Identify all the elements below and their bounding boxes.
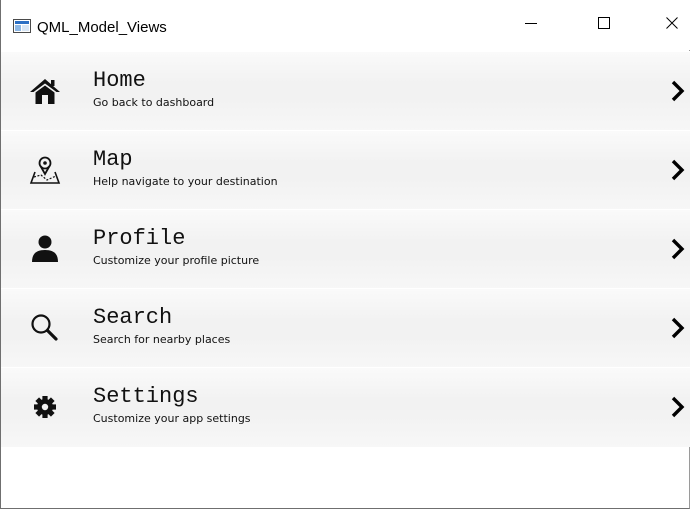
menu-item-label: Map bbox=[93, 147, 133, 172]
app-icon bbox=[13, 19, 31, 33]
menu-item-label: Settings bbox=[93, 384, 199, 409]
menu-item-map[interactable]: Map Help navigate to your destination bbox=[1, 130, 690, 210]
menu-item-profile[interactable]: Profile Customize your profile picture bbox=[1, 209, 690, 289]
search-icon bbox=[29, 312, 61, 344]
chevron-right-icon bbox=[671, 395, 685, 419]
window-title: QML_Model_Views bbox=[37, 19, 167, 36]
menu-item-description: Customize your app settings bbox=[93, 412, 251, 425]
chevron-right-icon bbox=[671, 79, 685, 103]
minimize-icon bbox=[525, 16, 537, 34]
menu-item-description: Customize your profile picture bbox=[93, 254, 260, 267]
close-icon bbox=[666, 16, 678, 34]
minimize-button[interactable] bbox=[508, 0, 554, 50]
menu-list: Home Go back to dashboard Map Help navig… bbox=[1, 51, 690, 447]
menu-item-settings[interactable]: Settings Customize your app settings bbox=[1, 367, 690, 447]
menu-item-label: Profile bbox=[93, 226, 186, 251]
menu-item-description: Help navigate to your destination bbox=[93, 175, 278, 188]
person-icon bbox=[29, 233, 61, 265]
app-window: QML_Model_Views Home Go back to dashboar… bbox=[0, 0, 691, 509]
map-pin-icon bbox=[29, 154, 61, 186]
chevron-right-icon bbox=[671, 158, 685, 182]
menu-item-home[interactable]: Home Go back to dashboard bbox=[1, 51, 690, 131]
gear-icon bbox=[29, 391, 61, 423]
menu-item-search[interactable]: Search Search for nearby places bbox=[1, 288, 690, 368]
chevron-right-icon bbox=[671, 237, 685, 261]
close-button[interactable] bbox=[649, 0, 692, 50]
title-bar[interactable]: QML_Model_Views bbox=[1, 0, 691, 50]
maximize-icon bbox=[598, 16, 610, 34]
menu-item-description: Go back to dashboard bbox=[93, 96, 215, 109]
home-icon bbox=[29, 75, 61, 107]
menu-item-label: Home bbox=[93, 68, 146, 93]
maximize-button[interactable] bbox=[581, 0, 627, 50]
menu-item-description: Search for nearby places bbox=[93, 333, 231, 346]
chevron-right-icon bbox=[671, 316, 685, 340]
menu-item-label: Search bbox=[93, 305, 173, 330]
